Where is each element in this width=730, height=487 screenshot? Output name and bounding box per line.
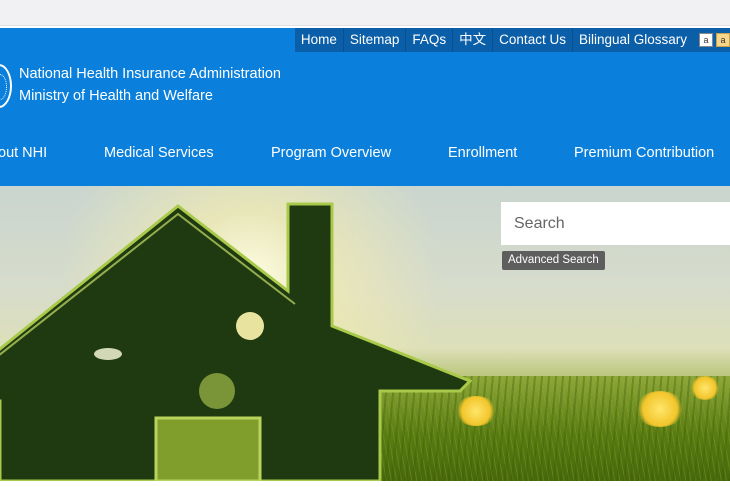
font-size-large-button[interactable]: a — [716, 33, 730, 47]
nav-program-overview[interactable]: Program Overview — [271, 142, 391, 164]
nav-medical-services[interactable]: Medical Services — [104, 142, 214, 164]
search-input[interactable] — [501, 202, 730, 245]
dandelion-flower — [455, 396, 497, 426]
browser-chrome-strip — [0, 0, 730, 26]
utility-links: Home Sitemap FAQs 中文 Contact Us Bilingua… — [294, 28, 730, 52]
nhia-seal-icon[interactable] — [0, 64, 12, 108]
site-header: Home Sitemap FAQs 中文 Contact Us Bilingua… — [0, 28, 730, 186]
dandelion-flower — [635, 391, 685, 427]
dandelion-flower — [690, 376, 720, 400]
top-link-contact-us[interactable]: Contact Us — [492, 28, 572, 52]
top-link-chinese[interactable]: 中文 — [452, 28, 492, 52]
nav-premium-contribution[interactable]: Premium Contribution — [574, 142, 714, 164]
top-link-home[interactable]: Home — [295, 28, 343, 52]
nav-about-nhi[interactable]: out NHI — [0, 142, 47, 164]
main-navigation: out NHI Medical Services Program Overvie… — [0, 142, 730, 164]
top-link-faqs[interactable]: FAQs — [405, 28, 452, 52]
org-name-line1[interactable]: National Health Insurance Administration — [19, 66, 281, 82]
advanced-search-button[interactable]: Advanced Search — [502, 251, 605, 270]
top-link-bilingual-glossary[interactable]: Bilingual Glossary — [571, 28, 693, 52]
nav-enrollment[interactable]: Enrollment — [448, 142, 517, 164]
font-size-controls: a a — [693, 28, 730, 52]
grass-house-image — [0, 202, 473, 481]
top-link-sitemap[interactable]: Sitemap — [342, 28, 406, 52]
font-size-small-button[interactable]: a — [699, 33, 713, 47]
page-bottom-strip — [0, 481, 730, 487]
org-name-line2[interactable]: Ministry of Health and Welfare — [19, 88, 213, 104]
